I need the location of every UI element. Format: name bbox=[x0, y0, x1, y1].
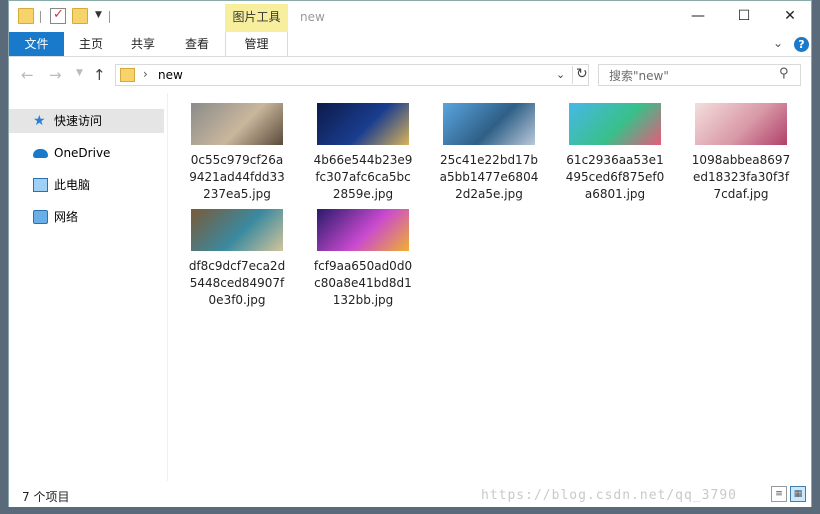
window-title: new bbox=[300, 10, 325, 24]
breadcrumb-chevron-icon[interactable]: › bbox=[143, 67, 148, 81]
image-thumbnail bbox=[695, 103, 787, 145]
desktop-background-left bbox=[0, 0, 8, 514]
details-view-icon[interactable]: ≡ bbox=[771, 486, 787, 502]
properties-icon[interactable] bbox=[50, 7, 66, 24]
file-list: 0c55c979cf26a9421ad44fdd33237ea5.jpg 4b6… bbox=[168, 93, 811, 481]
cloud-icon bbox=[33, 149, 48, 158]
nav-item-label: 网络 bbox=[54, 210, 79, 224]
file-item[interactable]: 0c55c979cf26a9421ad44fdd33237ea5.jpg bbox=[179, 93, 295, 203]
tab-share[interactable]: 共享 bbox=[119, 32, 167, 56]
file-name: df8c9dcf7eca2d5448ced84907f0e3f0.jpg bbox=[188, 259, 286, 307]
maximize-button[interactable]: ☐ bbox=[721, 1, 767, 31]
nav-item-onedrive[interactable]: OneDrive bbox=[9, 141, 164, 165]
qat-separator bbox=[109, 11, 110, 23]
file-name: 25c41e22bd17ba5bb1477e68042d2a5e.jpg bbox=[439, 153, 539, 201]
status-bar: 7 个项目 https://blog.csdn.net/qq_3790 ≡ ▦ bbox=[9, 481, 811, 507]
close-button[interactable]: ✕ bbox=[767, 1, 813, 31]
file-name: 61c2936aa53e1495ced6f875ef0a6801.jpg bbox=[565, 153, 665, 201]
nav-item-quick-access[interactable]: ★ 快速访问 bbox=[9, 109, 164, 133]
item-count: 7 个项目 bbox=[22, 490, 70, 504]
image-thumbnail bbox=[569, 103, 661, 145]
tab-manage[interactable]: 管理 bbox=[225, 32, 288, 56]
ribbon-collapse-icon[interactable]: ⌄ bbox=[773, 36, 783, 50]
search-box[interactable]: ⚲ bbox=[598, 64, 801, 87]
picture-tools-context-tab: 图片工具 bbox=[225, 4, 288, 32]
image-thumbnail bbox=[191, 209, 283, 251]
nav-item-network[interactable]: 网络 bbox=[9, 205, 164, 229]
folder-icon bbox=[18, 8, 34, 24]
file-item[interactable]: 25c41e22bd17ba5bb1477e68042d2a5e.jpg bbox=[431, 93, 547, 203]
file-name: 0c55c979cf26a9421ad44fdd33237ea5.jpg bbox=[189, 153, 285, 201]
tab-home[interactable]: 主页 bbox=[67, 32, 115, 56]
address-bar[interactable]: › new ⌄ ↻ bbox=[115, 64, 589, 86]
large-icons-view-icon[interactable]: ▦ bbox=[790, 486, 806, 502]
navigation-row: ← → ▼ ↑ › new ⌄ ↻ ⚲ bbox=[9, 57, 811, 93]
address-dropdown-icon[interactable]: ⌄ bbox=[556, 68, 565, 81]
image-thumbnail bbox=[317, 103, 409, 145]
file-name: 1098abbea8697ed18323fa30f3f7cdaf.jpg bbox=[691, 153, 791, 201]
help-icon[interactable]: ? bbox=[794, 37, 809, 52]
search-input[interactable] bbox=[599, 65, 781, 87]
folder-icon bbox=[120, 68, 135, 82]
qat-dropdown-icon[interactable]: ▼ bbox=[95, 10, 102, 20]
file-item[interactable]: fcf9aa650ad0d0c80a8e41bd8d1132bb.jpg bbox=[305, 199, 421, 309]
file-name: fcf9aa650ad0d0c80a8e41bd8d1132bb.jpg bbox=[313, 259, 413, 307]
watermark-text: https://blog.csdn.net/qq_3790 bbox=[481, 488, 737, 503]
desktop-background-bottom bbox=[0, 506, 820, 514]
nav-item-label: 快速访问 bbox=[54, 114, 103, 128]
qat-separator bbox=[40, 11, 41, 23]
title-bar: ▼ 图片工具 new — ☐ ✕ bbox=[9, 1, 811, 32]
file-explorer-window: ▼ 图片工具 new — ☐ ✕ 文件 主页 共享 查看 管理 ⌄ ? ← → … bbox=[8, 0, 812, 507]
image-thumbnail bbox=[191, 103, 283, 145]
recent-locations-icon[interactable]: ▼ bbox=[76, 68, 83, 78]
back-arrow-icon[interactable]: ← bbox=[21, 66, 34, 84]
navigation-pane: ★ 快速访问 OneDrive 此电脑 网络 bbox=[9, 93, 168, 481]
star-icon: ★ bbox=[33, 113, 46, 129]
nav-item-label: OneDrive bbox=[54, 146, 111, 160]
forward-arrow-icon[interactable]: → bbox=[49, 66, 62, 84]
image-thumbnail bbox=[443, 103, 535, 145]
tab-file[interactable]: 文件 bbox=[9, 32, 64, 56]
image-thumbnail bbox=[317, 209, 409, 251]
tab-view[interactable]: 查看 bbox=[173, 32, 221, 56]
minimize-button[interactable]: — bbox=[675, 1, 721, 31]
file-item[interactable]: 4b66e544b23e9fc307afc6ca5bc2859e.jpg bbox=[305, 93, 421, 203]
network-icon bbox=[33, 210, 48, 224]
ribbon-tabs: 文件 主页 共享 查看 管理 ⌄ ? bbox=[9, 32, 811, 57]
nav-item-this-pc[interactable]: 此电脑 bbox=[9, 173, 164, 197]
file-item[interactable]: 1098abbea8697ed18323fa30f3f7cdaf.jpg bbox=[683, 93, 799, 203]
computer-icon bbox=[33, 178, 48, 192]
new-folder-icon[interactable] bbox=[72, 8, 88, 24]
search-icon: ⚲ bbox=[779, 66, 789, 81]
breadcrumb-current[interactable]: new bbox=[158, 68, 183, 82]
up-arrow-icon[interactable]: ↑ bbox=[93, 66, 106, 84]
file-name: 4b66e544b23e9fc307afc6ca5bc2859e.jpg bbox=[313, 153, 413, 201]
file-item[interactable]: df8c9dcf7eca2d5448ced84907f0e3f0.jpg bbox=[179, 199, 295, 309]
refresh-icon[interactable]: ↻ bbox=[572, 66, 588, 84]
file-item[interactable]: 61c2936aa53e1495ced6f875ef0a6801.jpg bbox=[557, 93, 673, 203]
desktop-background-right bbox=[812, 0, 820, 514]
nav-item-label: 此电脑 bbox=[54, 178, 91, 192]
